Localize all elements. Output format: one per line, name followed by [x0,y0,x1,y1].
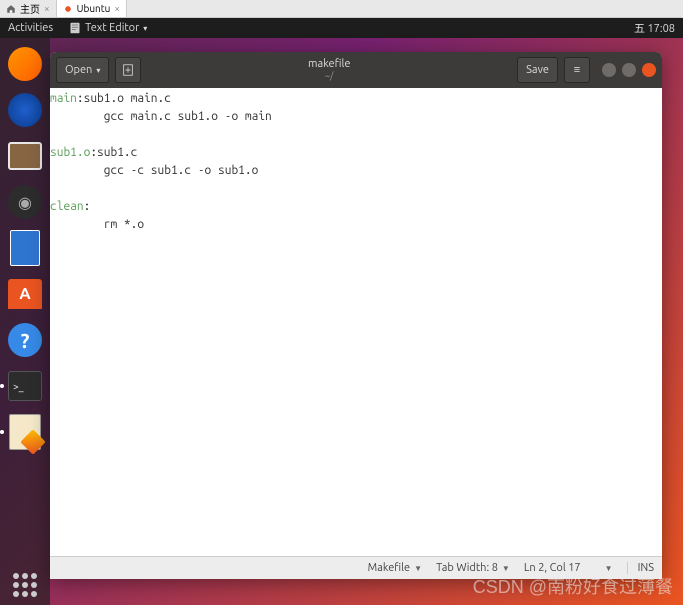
dock-writer[interactable] [5,228,45,268]
make-target: main [50,92,77,105]
save-button[interactable]: Save [517,57,558,83]
insert-mode[interactable]: INS [627,562,654,574]
help-icon: ? [8,323,42,357]
close-icon[interactable]: × [114,3,120,14]
window-title: makefile ~/ [147,58,511,82]
file-path: ~/ [147,71,511,82]
make-deps: : [84,200,91,213]
chevron-down-icon: ▾ [96,66,100,75]
cursor-label: Ln 2, Col 17 [524,562,581,574]
writer-icon [10,230,40,266]
hamburger-icon: ≡ [574,64,580,76]
new-document-button[interactable] [115,57,141,83]
make-command: gcc -c sub1.c -o sub1.o [50,164,258,177]
make-command: gcc main.c sub1.o -o main [50,110,272,123]
tab-width-selector[interactable]: Tab Width: 8 ▼ [436,562,510,574]
language-selector[interactable]: Makefile ▼ [368,562,422,574]
cursor-position[interactable]: Ln 2, Col 17 ▼ [524,562,613,574]
tab-label: 主页 [20,1,40,16]
app-name: Text Editor [85,22,139,34]
chevron-down-icon: ▼ [605,564,613,573]
clock[interactable]: 五 17:08 [634,20,675,36]
activities-button[interactable]: Activities [8,22,53,34]
tab-label: Ubuntu [77,3,111,14]
status-bar: Makefile ▼ Tab Width: 8 ▼ Ln 2, Col 17 ▼… [50,556,662,579]
dock-text-editor[interactable] [5,412,45,452]
gedit-icon [9,414,41,450]
close-icon[interactable]: × [44,3,50,14]
files-icon [8,142,42,170]
maximize-button[interactable] [622,63,636,77]
dock-help[interactable]: ? [5,320,45,360]
dock: ◉ ? >_ [0,38,50,605]
new-document-icon [121,63,135,77]
text-editor-window: Open ▾ makefile ~/ Save ≡ main: sub1.o [50,52,662,579]
home-icon [6,4,16,14]
browser-tab-ubuntu[interactable]: Ubuntu × [57,0,127,17]
ubuntu-icon [63,4,73,14]
browser-tab-strip: 主页 × Ubuntu × [0,0,683,18]
open-label: Open [65,64,92,76]
dock-software[interactable] [5,274,45,314]
make-command: rm *.o [50,218,144,231]
make-deps: :sub1.o main.c [77,92,171,105]
open-button[interactable]: Open ▾ [56,57,109,83]
file-name: makefile [147,58,511,71]
browser-tab-home[interactable]: 主页 × [0,0,57,17]
tab-width-label: Tab Width: 8 [436,562,498,574]
make-target: sub1.o [50,146,90,159]
titlebar[interactable]: Open ▾ makefile ~/ Save ≡ [50,52,662,88]
chevron-down-icon: ▾ [143,24,147,33]
app-menu[interactable]: Text Editor ▾ [69,22,147,34]
mode-label: INS [638,562,654,574]
terminal-icon: >_ [8,371,42,401]
ubuntu-top-bar: Activities Text Editor ▾ 五 17:08 [0,18,683,38]
save-label: Save [526,64,549,76]
dock-files[interactable] [5,136,45,176]
close-button[interactable] [642,63,656,77]
thunderbird-icon [8,93,42,127]
hamburger-menu-button[interactable]: ≡ [564,57,590,83]
make-target: clean [50,200,84,213]
make-deps: :sub1.c [90,146,137,159]
dock-firefox[interactable] [5,44,45,84]
chevron-down-icon: ▼ [414,564,422,573]
code-editor[interactable]: main:sub1.o main.c gcc main.c sub1.o -o … [50,88,662,556]
disc-icon: ◉ [8,185,42,219]
minimize-button[interactable] [602,63,616,77]
show-applications-button[interactable] [13,573,37,597]
language-label: Makefile [368,562,410,574]
dock-terminal[interactable]: >_ [5,366,45,406]
firefox-icon [8,47,42,81]
software-icon [8,279,42,309]
dock-thunderbird[interactable] [5,90,45,130]
chevron-down-icon: ▼ [502,564,510,573]
desktop: ◉ ? >_ Open ▾ makefile ~/ Save [0,38,683,605]
dock-rhythmbox[interactable]: ◉ [5,182,45,222]
text-editor-icon [69,22,81,34]
